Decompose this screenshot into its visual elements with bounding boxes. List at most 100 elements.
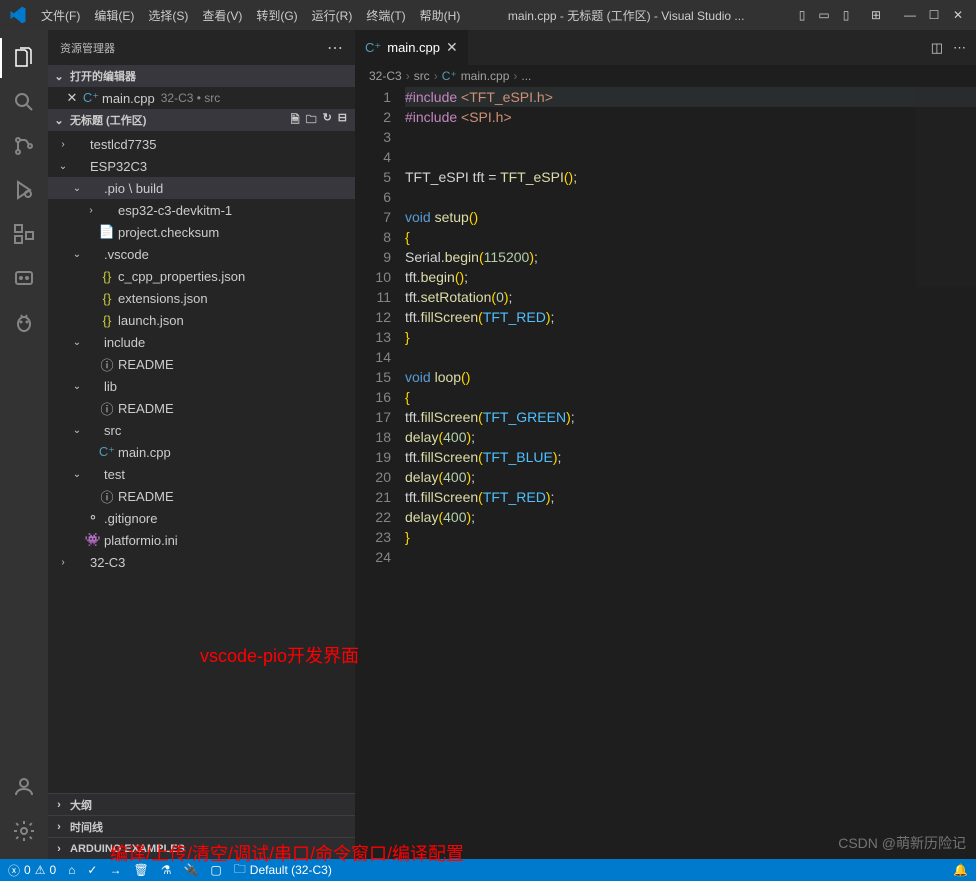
code-line[interactable]: delay(400); <box>405 467 976 487</box>
code-line[interactable]: tft.fillScreen(TFT_RED); <box>405 487 976 507</box>
code-line[interactable] <box>405 187 976 207</box>
more-actions-icon[interactable]: ⋯ <box>953 40 966 56</box>
tree-item[interactable]: ⓘREADME <box>48 397 355 419</box>
pio-home-icon[interactable]: ⌂ <box>68 863 75 877</box>
section-header[interactable]: ›大纲 <box>48 793 355 815</box>
split-editor-icon[interactable]: ◫ <box>931 40 943 56</box>
open-editors-header[interactable]: ⌄打开的编辑器 <box>48 65 355 87</box>
platformio-icon[interactable] <box>0 302 48 342</box>
code-line[interactable]: } <box>405 527 976 547</box>
refresh-icon[interactable]: ↻ <box>323 111 332 130</box>
code-line[interactable]: { <box>405 227 976 247</box>
code-line[interactable]: tft.fillScreen(TFT_GREEN); <box>405 407 976 427</box>
section-header[interactable]: ›ARDUINO EXAMPLES <box>48 837 355 859</box>
pio-clean-icon[interactable]: 🗑 <box>133 863 148 877</box>
tree-item[interactable]: C⁺main.cpp <box>48 441 355 463</box>
source-control-icon[interactable] <box>0 126 48 166</box>
code-editor[interactable]: 123456789101112131415161718192021222324 … <box>355 87 976 859</box>
tree-item[interactable]: ⌄.pio \ build <box>48 177 355 199</box>
pio-test-icon[interactable]: ⚗ <box>161 863 172 877</box>
workspace-header[interactable]: ⌄无标题 (工作区) 🗎 🗀 ↻ ⊟ <box>48 109 355 131</box>
new-folder-icon[interactable]: 🗀 <box>306 111 317 130</box>
code-line[interactable]: void setup() <box>405 207 976 227</box>
menu-item-2[interactable]: 选择(S) <box>142 3 194 28</box>
pio-env-switcher[interactable]: 🗀 Default (32-C3) <box>234 860 332 881</box>
settings-gear-icon[interactable] <box>0 811 48 851</box>
tab-close-icon[interactable]: ✕ <box>446 39 458 56</box>
pio-terminal-icon[interactable]: ▢ <box>210 863 221 877</box>
code-line[interactable]: { <box>405 387 976 407</box>
tree-item[interactable]: ⓘREADME <box>48 485 355 507</box>
tree-item[interactable]: {}c_cpp_properties.json <box>48 265 355 287</box>
customize-layout-icon[interactable]: ⊞ <box>868 7 884 23</box>
pio-monitor-icon[interactable]: 🔌 <box>183 863 198 877</box>
notifications-icon[interactable]: 🔔 <box>953 863 968 877</box>
menu-item-4[interactable]: 转到(G) <box>250 3 303 28</box>
code-line[interactable]: delay(400); <box>405 427 976 447</box>
panel-left-icon[interactable]: ▯ <box>794 7 810 23</box>
tree-item[interactable]: ⓘREADME <box>48 353 355 375</box>
minimize-icon[interactable]: — <box>902 7 918 23</box>
tree-item[interactable]: ⌄src <box>48 419 355 441</box>
code-line[interactable] <box>405 127 976 147</box>
code-line[interactable]: tft.setRotation(0); <box>405 287 976 307</box>
run-debug-icon[interactable] <box>0 170 48 210</box>
minimap[interactable] <box>916 87 976 287</box>
tree-item[interactable]: {}extensions.json <box>48 287 355 309</box>
extensions-icon[interactable] <box>0 214 48 254</box>
problems-status[interactable]: ⓧ0 ⚠0 <box>8 862 56 879</box>
search-icon[interactable] <box>0 82 48 122</box>
code-line[interactable] <box>405 547 976 567</box>
code-line[interactable]: TFT_eSPI tft = TFT_eSPI(); <box>405 167 976 187</box>
tree-item[interactable]: 👾platformio.ini <box>48 529 355 551</box>
tab-main-cpp[interactable]: C⁺ main.cpp ✕ <box>355 30 469 65</box>
code-line[interactable]: #include <SPI.h> <box>405 107 976 127</box>
tree-item[interactable]: {}launch.json <box>48 309 355 331</box>
panel-bottom-icon[interactable]: ▭ <box>816 7 832 23</box>
maximize-icon[interactable]: ☐ <box>926 7 942 23</box>
section-header[interactable]: ›时间线 <box>48 815 355 837</box>
tree-item[interactable]: ›esp32-c3-devkitm-1 <box>48 199 355 221</box>
code-line[interactable]: tft.begin(); <box>405 267 976 287</box>
tree-item[interactable]: ⌄.vscode <box>48 243 355 265</box>
breadcrumb-item[interactable]: 32-C3 <box>369 69 402 83</box>
menu-item-5[interactable]: 运行(R) <box>306 3 359 28</box>
code-line[interactable]: delay(400); <box>405 507 976 527</box>
code-line[interactable]: tft.fillScreen(TFT_RED); <box>405 307 976 327</box>
code-content[interactable]: #include <TFT_eSPI.h>#include <SPI.h> TFT… <box>405 87 976 859</box>
tree-item[interactable]: ›testlcd7735 <box>48 133 355 155</box>
breadcrumb-item[interactable]: main.cpp <box>461 69 510 83</box>
more-icon[interactable]: ⋯ <box>327 38 343 58</box>
collapse-icon[interactable]: ⊟ <box>338 111 347 130</box>
arduino-icon[interactable] <box>0 258 48 298</box>
code-line[interactable]: Serial.begin(115200); <box>405 247 976 267</box>
accounts-icon[interactable] <box>0 767 48 807</box>
code-line[interactable]: void loop() <box>405 367 976 387</box>
new-file-icon[interactable]: 🗎 <box>291 111 300 130</box>
menu-item-6[interactable]: 终端(T) <box>360 3 411 28</box>
tree-item[interactable]: ⌄test <box>48 463 355 485</box>
tree-item[interactable]: ⌄include <box>48 331 355 353</box>
explorer-icon[interactable] <box>0 38 48 78</box>
open-editor-item[interactable]: ✕ C⁺ main.cpp 32-C3 • src <box>48 87 355 109</box>
code-line[interactable] <box>405 347 976 367</box>
close-icon[interactable]: ✕ <box>950 7 966 23</box>
tree-item[interactable]: 📄project.checksum <box>48 221 355 243</box>
panel-right-icon[interactable]: ▯ <box>838 7 854 23</box>
code-line[interactable] <box>405 147 976 167</box>
tree-item[interactable]: ⚬.gitignore <box>48 507 355 529</box>
pio-upload-icon[interactable]: → <box>109 863 121 877</box>
code-line[interactable]: #include <TFT_eSPI.h> <box>405 87 976 107</box>
menu-item-1[interactable]: 编辑(E) <box>88 3 140 28</box>
breadcrumb-item[interactable]: ... <box>521 69 531 83</box>
tree-item[interactable]: ⌄ESP32C3 <box>48 155 355 177</box>
breadcrumb-item[interactable]: src <box>414 69 430 83</box>
breadcrumbs[interactable]: 32-C3›src›C⁺ main.cpp›... <box>355 65 976 87</box>
close-file-icon[interactable]: ✕ <box>62 90 82 106</box>
menu-item-7[interactable]: 帮助(H) <box>414 3 467 28</box>
menu-item-3[interactable]: 查看(V) <box>196 3 248 28</box>
tree-item[interactable]: ›32-C3 <box>48 551 355 573</box>
code-line[interactable]: tft.fillScreen(TFT_BLUE); <box>405 447 976 467</box>
menu-item-0[interactable]: 文件(F) <box>35 3 86 28</box>
code-line[interactable]: } <box>405 327 976 347</box>
